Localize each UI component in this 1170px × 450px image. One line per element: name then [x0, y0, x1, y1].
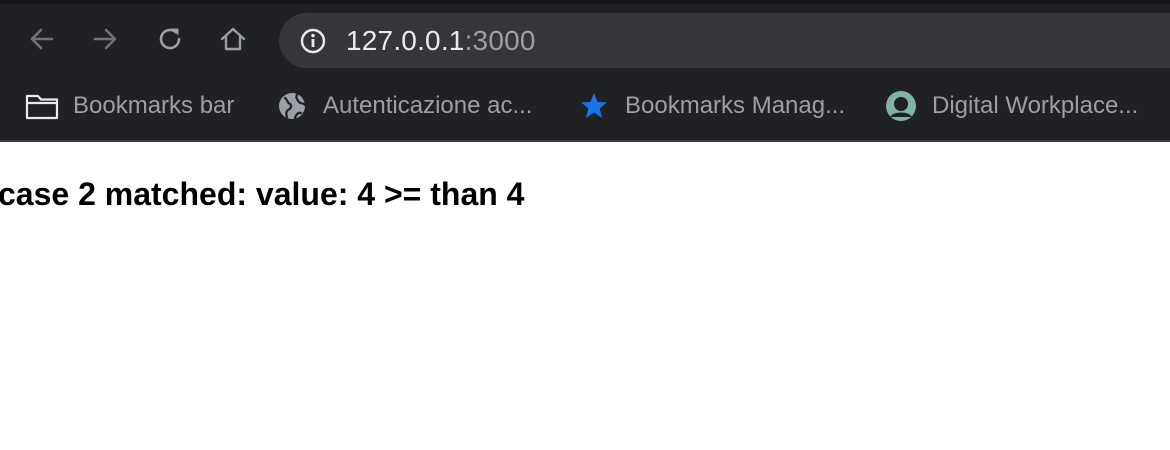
bookmarks-bar: Bookmarks bar Autenticazione ac... Bookm… [0, 76, 1170, 140]
browser-toolbar: 127.0.0.1:3000 [0, 4, 1170, 76]
back-button[interactable] [24, 21, 60, 57]
bookmark-autenticazione[interactable]: Autenticazione ac... [275, 86, 532, 126]
folder-icon [25, 89, 59, 123]
arrow-left-icon [30, 28, 54, 50]
page-content: case 2 matched: value: 4 >= than 4 [0, 142, 1170, 450]
bookmark-bookmarks-bar[interactable]: Bookmarks bar [25, 86, 234, 126]
reload-button[interactable] [152, 21, 188, 57]
avatar-icon [884, 89, 918, 123]
bookmark-digital-workplace[interactable]: Digital Workplace... [884, 86, 1138, 126]
reload-icon [159, 28, 181, 50]
address-bar[interactable]: 127.0.0.1:3000 [279, 13, 1170, 68]
bookmark-label: Digital Workplace... [932, 92, 1139, 119]
bookmark-label: Autenticazione ac... [323, 92, 533, 119]
url-port: :3000 [464, 25, 536, 56]
browser-chrome: 127.0.0.1:3000 Bookmarks bar Autenticazi… [0, 0, 1170, 142]
bookmark-label: Bookmarks Manag... [625, 92, 846, 119]
arrow-right-icon [93, 28, 117, 50]
globe-icon [275, 89, 309, 123]
bookmark-label: Bookmarks bar [73, 92, 235, 119]
home-button[interactable] [215, 21, 251, 57]
url-host: 127.0.0.1 [346, 25, 465, 56]
star-icon [577, 89, 611, 123]
match-result-text: case 2 matched: value: 4 >= than 4 [0, 176, 525, 212]
info-icon[interactable] [299, 27, 327, 55]
address-url: 127.0.0.1:3000 [346, 25, 536, 57]
bookmark-bookmarks-manager[interactable]: Bookmarks Manag... [577, 86, 845, 126]
forward-button[interactable] [87, 21, 123, 57]
home-icon [220, 27, 246, 51]
